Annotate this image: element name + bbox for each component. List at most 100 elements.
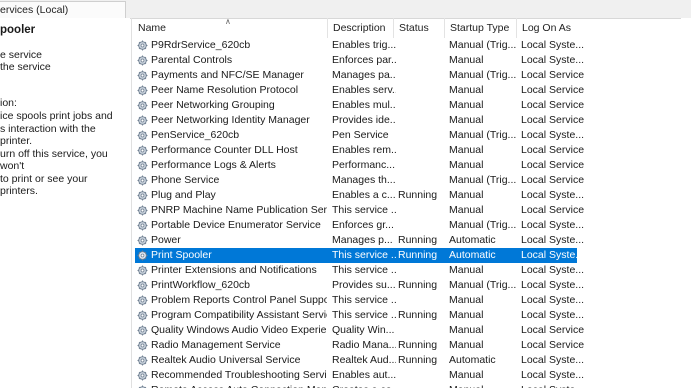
service-row[interactable]: Peer Name Resolution Protocol Enables ser…: [132, 83, 691, 98]
service-description-cell: This service ...: [332, 264, 396, 276]
service-description-cell: Enables aut...: [332, 369, 396, 381]
service-description-cell: This service ...: [332, 294, 396, 306]
column-header-name-label: Name: [138, 22, 167, 34]
service-name-cell: PNRP Machine Name Publication Service: [151, 204, 327, 216]
service-row[interactable]: Payments and NFC/SE Manager Manages pa...…: [132, 68, 691, 83]
service-row[interactable]: Radio Management Service Radio Mana... Run…: [132, 338, 691, 353]
service-startup-type-cell: Manual: [449, 294, 484, 306]
service-row[interactable]: Peer Networking Grouping Enables mul... Ma…: [132, 98, 691, 113]
service-status-cell: [398, 323, 446, 338]
service-row[interactable]: Performance Logs & Alerts Performanc... Ma…: [132, 158, 691, 173]
service-status-cell: [398, 218, 446, 233]
selected-service-name: pooler: [0, 24, 36, 36]
service-status-cell: [398, 113, 446, 128]
service-description-cell: Provides su...: [332, 279, 396, 291]
service-description-cell: Manages th...: [332, 174, 396, 186]
service-log-on-cell: Local Syste...: [521, 309, 585, 321]
description-line: urn off this service, you won't: [0, 147, 108, 173]
service-gear-icon: [137, 70, 148, 81]
service-name-cell: Realtek Audio Universal Service: [151, 354, 301, 366]
service-log-on-cell: Local Service: [521, 99, 585, 111]
service-row-selected[interactable]: Print Spooler This service ... Running Auto…: [135, 248, 577, 263]
service-row[interactable]: PenService_620cb Pen Service Manual (Trig.…: [132, 128, 691, 143]
service-row[interactable]: Realtek Audio Universal Service Realtek A…: [132, 353, 691, 368]
tab-services-local[interactable]: ervices (Local): [0, 1, 126, 18]
service-log-on-cell: Local Syste...: [521, 129, 585, 141]
service-row[interactable]: Peer Networking Identity Manager Provides…: [132, 113, 691, 128]
service-row[interactable]: Recommended Troubleshooting Service Enabl…: [132, 368, 691, 383]
service-name-cell: PrintWorkflow_620cb: [151, 279, 251, 291]
service-row[interactable]: Parental Controls Enforces par... Manual Lo…: [132, 53, 691, 68]
service-status-cell: Running: [398, 279, 438, 291]
service-name-cell: Performance Logs & Alerts: [151, 159, 276, 171]
service-status-cell: [398, 128, 446, 143]
service-row[interactable]: Quality Windows Audio Video Experience Qu…: [132, 323, 691, 338]
service-status-cell: Running: [398, 249, 438, 261]
service-status-cell: Running: [398, 189, 438, 201]
service-row[interactable]: Power Manages p... Running Automatic Local S…: [132, 233, 691, 248]
service-name-cell: Portable Device Enumerator Service: [151, 219, 321, 231]
service-description-cell: Provides ide...: [332, 114, 396, 126]
service-status-cell: [398, 158, 446, 173]
service-startup-type-cell: Manual: [449, 54, 484, 66]
service-name-cell: Performance Counter DLL Host: [151, 144, 298, 156]
service-status-cell: [398, 68, 446, 83]
description-heading: ion:: [0, 97, 17, 109]
service-log-on-cell: Local Service: [521, 144, 585, 156]
description-line: s interaction with the printer.: [0, 122, 96, 148]
service-log-on-cell: Local Syste...: [521, 279, 585, 291]
service-log-on-cell: Local Syste...: [521, 219, 585, 231]
service-gear-icon: [137, 340, 148, 351]
service-description-cell: Manages pa...: [332, 69, 396, 81]
service-name-cell: Peer Networking Identity Manager: [151, 114, 310, 126]
service-gear-icon: [137, 265, 148, 276]
sort-ascending-icon: ∧: [225, 18, 231, 26]
service-row[interactable]: Remote Access Auto Connection Mana... Cre…: [132, 383, 691, 388]
column-header-startup-type[interactable]: Startup Type: [445, 18, 517, 38]
column-header-description[interactable]: Description: [328, 18, 394, 38]
service-description-cell: Performanc...: [332, 159, 396, 171]
description-pane: pooler e service the service ion: ice sp…: [0, 18, 130, 388]
service-description-cell: Enables mul...: [332, 99, 396, 111]
service-row[interactable]: Performance Counter DLL Host Enables rem.…: [132, 143, 691, 158]
stop-service-link[interactable]: e service: [0, 49, 42, 61]
service-gear-icon: [137, 220, 148, 231]
service-log-on-cell: Local Syste...: [521, 234, 585, 246]
column-header-name[interactable]: Name ∧: [132, 18, 328, 38]
service-row[interactable]: PNRP Machine Name Publication Service Thi…: [132, 203, 691, 218]
service-log-on-cell: Local Service: [521, 339, 585, 351]
service-description-cell: Manages p...: [332, 234, 393, 246]
service-log-on-cell: Local Syste...: [521, 354, 585, 366]
column-header-status[interactable]: Status: [394, 18, 445, 38]
service-description-cell: Enables trig...: [332, 39, 396, 51]
service-status-cell: Running: [398, 309, 438, 321]
service-startup-type-cell: Manual (Trig...: [449, 219, 517, 231]
service-gear-icon: [137, 235, 148, 246]
service-gear-icon: [137, 205, 148, 216]
service-startup-type-cell: Automatic: [449, 354, 496, 366]
service-row[interactable]: Phone Service Manages th... Manual (Trig..…: [132, 173, 691, 188]
services-list[interactable]: Name ∧ Description Status Startup Type L…: [131, 18, 691, 388]
service-name-cell: Problem Reports Control Panel Support: [151, 294, 327, 306]
service-gear-icon: [137, 100, 148, 111]
service-status-cell: Running: [398, 354, 438, 366]
service-description-cell: Realtek Aud...: [332, 354, 396, 366]
service-name-cell: Recommended Troubleshooting Service: [151, 369, 327, 381]
service-startup-type-cell: Automatic: [449, 249, 496, 261]
service-row[interactable]: Program Compatibility Assistant Service T…: [132, 308, 691, 323]
service-description-cell: Enables a c...: [332, 189, 396, 201]
service-startup-type-cell: Manual (Trig...: [449, 129, 517, 141]
service-description-cell: Enables rem...: [332, 144, 396, 156]
service-row[interactable]: PrintWorkflow_620cb Provides su... Running…: [132, 278, 691, 293]
service-description-cell: Creates a co...: [332, 383, 396, 388]
service-row[interactable]: Portable Device Enumerator Service Enforc…: [132, 218, 691, 233]
service-row[interactable]: Plug and Play Enables a c... Running Manual…: [132, 188, 691, 203]
service-row[interactable]: P9RdrService_620cb Enables trig... Manual …: [132, 38, 691, 53]
restart-service-link[interactable]: the service: [0, 61, 51, 73]
service-row[interactable]: Problem Reports Control Panel Support Thi…: [132, 293, 691, 308]
column-header-log-on-as[interactable]: Log On As: [517, 18, 587, 38]
service-log-on-cell: Local Service: [521, 114, 585, 126]
service-name-cell: Phone Service: [151, 174, 220, 186]
service-row[interactable]: Printer Extensions and Notifications This…: [132, 263, 691, 278]
service-name-cell: Plug and Play: [151, 189, 216, 201]
